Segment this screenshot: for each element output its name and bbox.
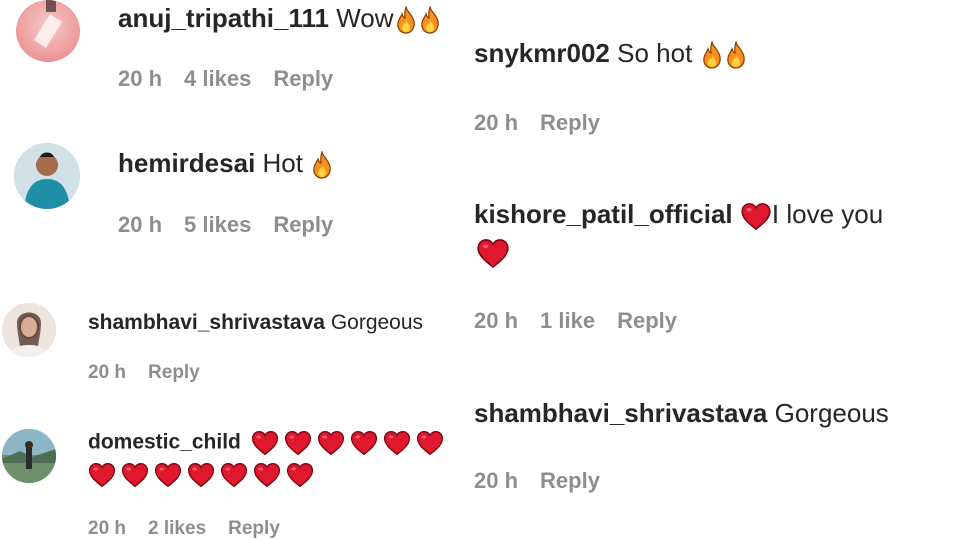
fire-emoji xyxy=(418,6,442,34)
comment-meta: 20 h 1 like Reply xyxy=(474,308,699,334)
comment-time: 20 h xyxy=(88,518,127,539)
avatar-image xyxy=(14,143,80,209)
avatar-image xyxy=(2,303,56,357)
red-heart-emoji xyxy=(416,430,444,456)
red-heart-emoji xyxy=(476,238,510,269)
comment-text-line-2 xyxy=(476,238,510,269)
like-count[interactable]: 4 likes xyxy=(184,66,251,91)
fire-emoji xyxy=(700,41,724,69)
comment-time: 20 h xyxy=(118,66,163,91)
red-heart-emoji xyxy=(740,202,772,231)
comment-shambhavi-right: shambhavi_shrivastava Gorgeous 20 h Reply xyxy=(474,396,954,506)
avatar-image xyxy=(2,429,56,483)
comment-text-line: domestic_child xyxy=(88,430,444,456)
red-heart-emoji xyxy=(251,430,279,456)
username[interactable]: snykmr002 xyxy=(474,38,610,68)
reply-button[interactable]: Reply xyxy=(273,212,333,237)
comment-text: Gorgeous xyxy=(330,311,424,334)
username[interactable]: anuj_tripathi_111 xyxy=(118,3,329,33)
red-heart-emoji xyxy=(88,462,116,488)
avatar[interactable] xyxy=(2,303,56,357)
fire-emoji xyxy=(394,6,418,34)
reply-button[interactable]: Reply xyxy=(273,66,333,91)
red-heart-emoji xyxy=(187,462,215,488)
comment-hemirdesai: hemirdesai Hot 20 h 5 likes Reply xyxy=(0,140,470,250)
red-heart-emoji xyxy=(284,430,312,456)
like-count[interactable]: 1 like xyxy=(540,308,595,333)
reply-button[interactable]: Reply xyxy=(617,308,677,333)
avatar[interactable] xyxy=(16,0,80,62)
username[interactable]: shambhavi_shrivastava xyxy=(88,311,325,334)
like-count[interactable]: 2 likes xyxy=(148,518,206,539)
comment-text: Gorgeous xyxy=(774,398,889,428)
comment-anuj: anuj_tripathi_111 Wow 20 h 4 likes Reply xyxy=(0,0,470,100)
username[interactable]: kishore_patil_official xyxy=(474,199,733,229)
reply-button[interactable]: Reply xyxy=(540,110,600,135)
username[interactable]: hemirdesai xyxy=(118,148,255,178)
comment-text: Hot xyxy=(262,148,303,178)
comment-shambhavi-left: shambhavi_shrivastava Gorgeous 20 h Reply xyxy=(0,298,470,398)
comment-meta: 20 h Reply xyxy=(88,362,222,384)
red-heart-emoji xyxy=(154,462,182,488)
comment-meta: 20 h 5 likes Reply xyxy=(118,212,355,238)
red-heart-emoji xyxy=(121,462,149,488)
comment-meta: 20 h Reply xyxy=(474,110,622,136)
comment-text: I love you xyxy=(771,199,884,229)
username[interactable]: shambhavi_shrivastava xyxy=(474,398,767,428)
comment-time: 20 h xyxy=(474,110,519,135)
reply-button[interactable]: Reply xyxy=(228,518,280,539)
comment-time: 20 h xyxy=(88,362,127,383)
comment-time: 20 h xyxy=(474,468,519,493)
like-count[interactable]: 5 likes xyxy=(184,212,251,237)
comment-meta: 20 h Reply xyxy=(474,468,622,494)
fire-emoji xyxy=(724,41,748,69)
comment-time: 20 h xyxy=(118,212,163,237)
comment-text-line: snykmr002 So hot xyxy=(474,38,748,69)
comment-text-line: anuj_tripathi_111 Wow xyxy=(118,3,442,34)
comment-meta: 20 h 4 likes Reply xyxy=(118,66,355,92)
red-heart-emoji xyxy=(253,462,281,488)
username[interactable]: domestic_child xyxy=(88,431,241,454)
comment-text-line: shambhavi_shrivastava Gorgeous xyxy=(474,398,889,429)
fire-emoji xyxy=(310,151,334,179)
comment-snykmr002: snykmr002 So hot 20 h Reply xyxy=(474,36,954,146)
red-heart-emoji xyxy=(350,430,378,456)
comment-text: So hot xyxy=(617,38,693,68)
avatar[interactable] xyxy=(2,429,56,483)
comment-meta: 20 h 2 likes Reply xyxy=(88,518,302,540)
avatar[interactable] xyxy=(14,143,80,209)
comment-text: Wow xyxy=(336,3,394,33)
reply-button[interactable]: Reply xyxy=(148,362,200,383)
comment-text-line: hemirdesai Hot xyxy=(118,148,334,179)
reply-button[interactable]: Reply xyxy=(540,468,600,493)
comment-time: 20 h xyxy=(474,308,519,333)
comment-text-line: shambhavi_shrivastava Gorgeous xyxy=(88,311,423,335)
avatar-image xyxy=(34,0,62,48)
comment-text-line-2 xyxy=(88,462,314,488)
comment-kishore: kishore_patil_official I love you 20 h 1 … xyxy=(474,196,954,346)
comment-text-line: kishore_patil_official I love you xyxy=(474,199,883,231)
red-heart-emoji xyxy=(220,462,248,488)
red-heart-emoji xyxy=(383,430,411,456)
red-heart-emoji xyxy=(286,462,314,488)
red-heart-emoji xyxy=(317,430,345,456)
comment-domestic-child: domestic_child 20 h 2 likes Reply xyxy=(0,424,470,540)
